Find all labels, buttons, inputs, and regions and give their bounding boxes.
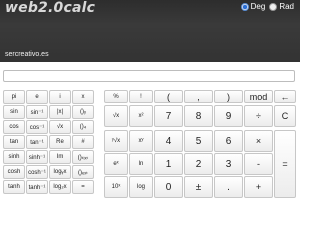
site-name: sercreativo.es <box>5 51 49 58</box>
sci-key-5-1[interactable]: cosh⁻¹ <box>26 165 48 179</box>
main-key-3-1[interactable]: ln <box>129 153 153 175</box>
equals-button[interactable]: = <box>274 130 296 198</box>
main-key-4-5[interactable]: + <box>244 176 273 198</box>
main-key-1-4[interactable]: 9 <box>214 105 243 127</box>
main-key-3-2[interactable]: 1 <box>154 153 183 175</box>
main-key-4-4[interactable]: . <box>214 176 243 198</box>
sci-key-4-0[interactable]: sinh <box>3 150 25 164</box>
sci-key-0-1[interactable]: e <box>26 90 48 104</box>
deg-radio[interactable] <box>240 2 249 11</box>
rad-radio[interactable] <box>269 2 278 11</box>
sci-key-2-1[interactable]: cos⁻¹ <box>26 120 48 134</box>
sci-key-4-2[interactable]: Im <box>49 150 71 164</box>
sci-key-3-2[interactable]: Re <box>49 135 71 149</box>
sci-key-1-1[interactable]: sin⁻¹ <box>26 105 48 119</box>
sci-key-4-1[interactable]: sinh⁻¹ <box>26 150 48 164</box>
main-key-2-3[interactable]: 5 <box>184 130 213 152</box>
main-key-0-6[interactable]: ← <box>274 90 296 103</box>
rad-label: Rad <box>279 2 294 11</box>
main-key-4-3[interactable]: ± <box>184 176 213 198</box>
sci-key-2-3[interactable]: ()₄ <box>72 120 94 134</box>
sci-key-6-3[interactable]: = <box>72 180 94 194</box>
sci-key-5-3[interactable]: ()ₑₓₜ <box>72 165 94 179</box>
main-key-2-1[interactable]: xʸ <box>129 130 153 152</box>
sci-key-3-0[interactable]: tan <box>3 135 25 149</box>
sci-key-6-0[interactable]: tanh <box>3 180 25 194</box>
main-key-1-6[interactable]: C <box>274 105 296 127</box>
calculator-display[interactable] <box>3 70 295 82</box>
sci-key-1-2[interactable]: |x| <box>49 105 71 119</box>
sci-key-5-0[interactable]: cosh <box>3 165 25 179</box>
deg-label: Deg <box>250 2 266 11</box>
main-key-3-3[interactable]: 2 <box>184 153 213 175</box>
main-key-2-2[interactable]: 4 <box>154 130 183 152</box>
main-key-4-2[interactable]: 0 <box>154 176 183 198</box>
main-key-1-1[interactable]: x² <box>129 105 153 127</box>
main-key-0-1[interactable]: ! <box>129 90 153 103</box>
sci-key-5-2[interactable]: logᵧx <box>49 165 71 179</box>
main-key-4-0[interactable]: 10ˣ <box>104 176 128 198</box>
sci-key-6-1[interactable]: tanh⁻¹ <box>26 180 48 194</box>
sci-key-1-0[interactable]: sin <box>3 105 25 119</box>
sci-key-0-0[interactable]: pi <box>3 90 25 104</box>
app-header: web2.0calc Deg Rad sercreativo.es <box>0 0 300 62</box>
keypad: pi e i x sin sin⁻¹ |x| ()ᵧ cos cos⁻¹ √x ()₄ tan tan⁻¹… <box>3 90 297 201</box>
app-logo: web2.0calc <box>5 0 96 16</box>
sci-key-3-3[interactable]: # <box>72 135 94 149</box>
main-key-1-3[interactable]: 8 <box>184 105 213 127</box>
main-key-3-4[interactable]: 3 <box>214 153 243 175</box>
main-key-1-0[interactable]: √x <box>104 105 128 127</box>
main-key-4-1[interactable]: log <box>129 176 153 198</box>
main-key-0-5[interactable]: mod <box>244 90 273 103</box>
sci-key-4-3[interactable]: ()ₜᵢₓₜ <box>72 150 94 164</box>
main-key-3-5[interactable]: - <box>244 153 273 175</box>
main-key-0-3[interactable]: , <box>184 90 213 103</box>
main-key-1-5[interactable]: ÷ <box>244 105 273 127</box>
main-key-1-2[interactable]: 7 <box>154 105 183 127</box>
sci-key-6-2[interactable]: log₂x <box>49 180 71 194</box>
sci-key-2-0[interactable]: cos <box>3 120 25 134</box>
angle-mode-group: Deg Rad <box>240 2 296 11</box>
sci-key-0-2[interactable]: i <box>49 90 71 104</box>
main-key-2-4[interactable]: 6 <box>214 130 243 152</box>
main-key-3-0[interactable]: eˣ <box>104 153 128 175</box>
sci-key-0-3[interactable]: x <box>72 90 94 104</box>
main-key-2-5[interactable]: × <box>244 130 273 152</box>
main-key-0-4[interactable]: ) <box>214 90 243 103</box>
sci-key-1-3[interactable]: ()ᵧ <box>72 105 94 119</box>
main-key-0-2[interactable]: ( <box>154 90 183 103</box>
main-key-2-0[interactable]: ʸ√x <box>104 130 128 152</box>
sci-key-2-2[interactable]: √x <box>49 120 71 134</box>
main-key-0-0[interactable]: % <box>104 90 128 103</box>
sci-key-3-1[interactable]: tan⁻¹ <box>26 135 48 149</box>
